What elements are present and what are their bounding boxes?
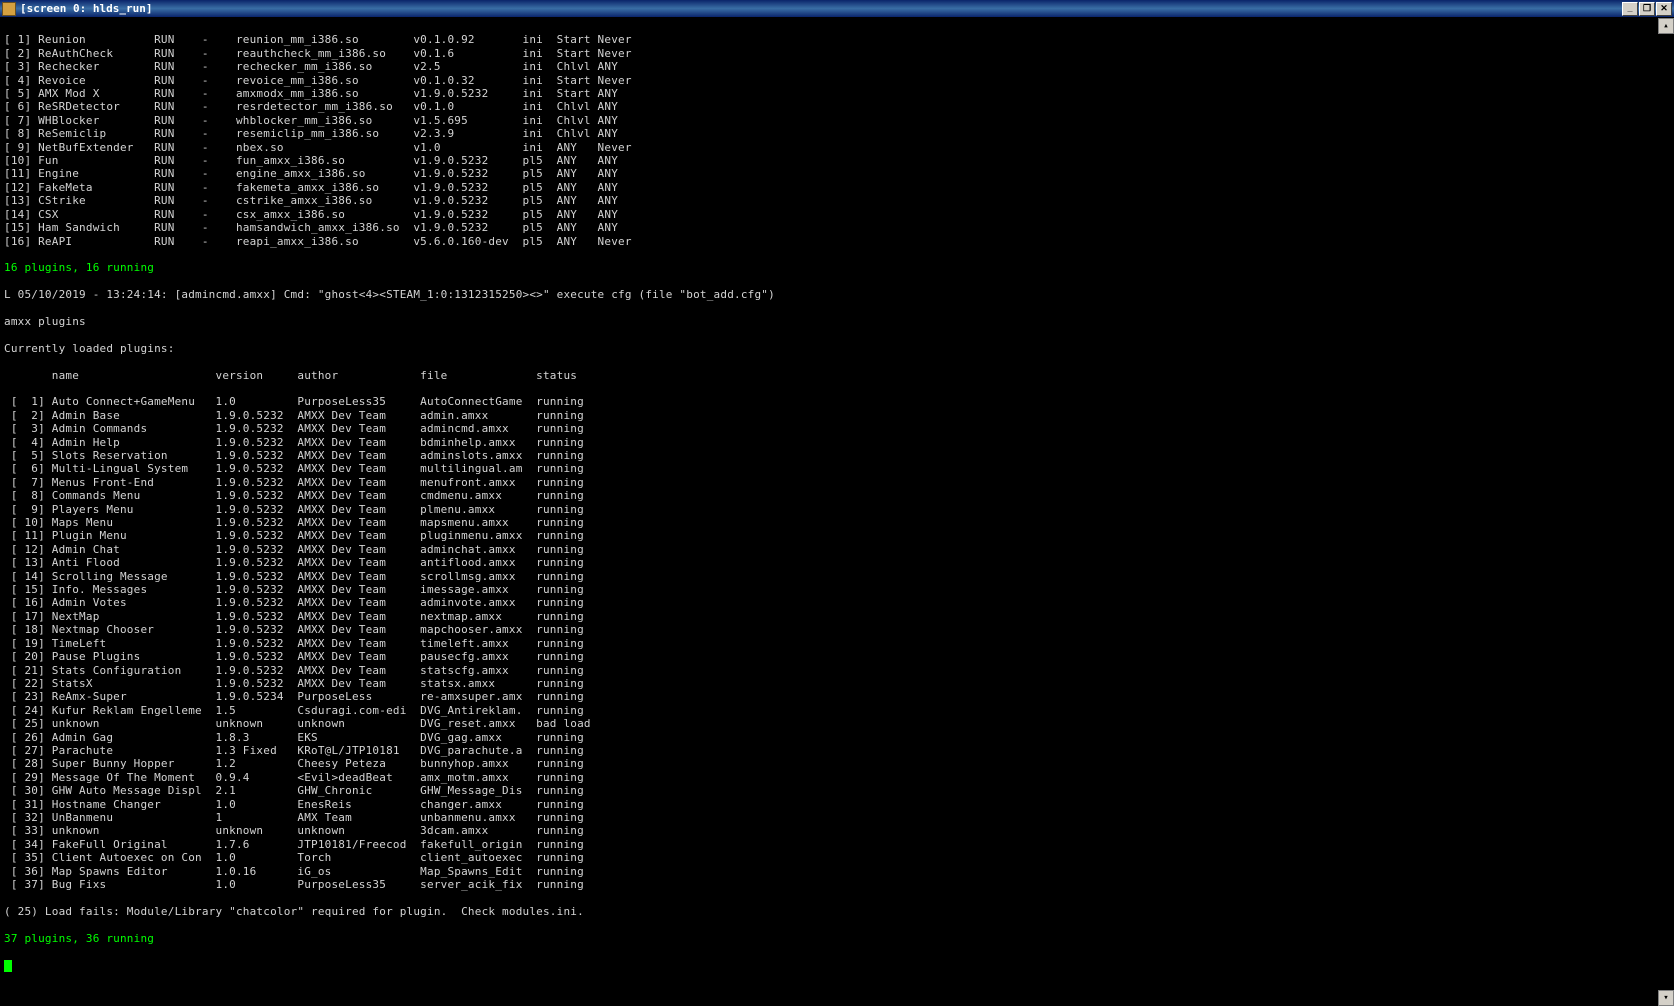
metamod-plugin-list: [ 1] Reunion RUN - reunion_mm_i386.so v0…: [4, 33, 1670, 248]
metamod-row: [ 3] Rechecker RUN - rechecker_mm_i386.s…: [4, 60, 1670, 73]
amxx-row: [ 37] Bug Fixs 1.0 PurposeLess35 server_…: [4, 878, 1670, 891]
amxx-row: [ 19] TimeLeft 1.9.0.5232 AMXX Dev Team …: [4, 637, 1670, 650]
metamod-row: [ 9] NetBufExtender RUN - nbex.so v1.0 i…: [4, 141, 1670, 154]
metamod-row: [ 1] Reunion RUN - reunion_mm_i386.so v0…: [4, 33, 1670, 46]
app-icon: [2, 2, 16, 16]
metamod-row: [12] FakeMeta RUN - fakemeta_amxx_i386.s…: [4, 181, 1670, 194]
terminal-output[interactable]: [ 1] Reunion RUN - reunion_mm_i386.so v0…: [0, 18, 1674, 1006]
amxx-row: [ 14] Scrolling Message 1.9.0.5232 AMXX …: [4, 570, 1670, 583]
amxx-row: [ 30] GHW Auto Message Displ 2.1 GHW_Chr…: [4, 784, 1670, 797]
amxx-row: [ 25] unknown unknown unknown DVG_reset.…: [4, 717, 1670, 730]
window-title: [screen 0: hlds_run]: [20, 2, 152, 15]
amxx-row: [ 9] Players Menu 1.9.0.5232 AMXX Dev Te…: [4, 503, 1670, 516]
amxx-row: [ 5] Slots Reservation 1.9.0.5232 AMXX D…: [4, 449, 1670, 462]
metamod-row: [10] Fun RUN - fun_amxx_i386.so v1.9.0.5…: [4, 154, 1670, 167]
window-titlebar: [screen 0: hlds_run] _ ❐ ✕: [0, 0, 1674, 18]
amxx-row: [ 23] ReAmx-Super 1.9.0.5234 PurposeLess…: [4, 690, 1670, 703]
amxx-row: [ 35] Client Autoexec on Con 1.0 Torch c…: [4, 851, 1670, 864]
amxx-row: [ 36] Map Spawns Editor 1.0.16 iG_os Map…: [4, 865, 1670, 878]
close-button[interactable]: ✕: [1656, 2, 1672, 16]
terminal-cursor: [4, 960, 12, 972]
metamod-row: [16] ReAPI RUN - reapi_amxx_i386.so v5.6…: [4, 235, 1670, 248]
amxx-row: [ 11] Plugin Menu 1.9.0.5232 AMXX Dev Te…: [4, 529, 1670, 542]
amxx-row: [ 32] UnBanmenu 1 AMX Team unbanmenu.amx…: [4, 811, 1670, 824]
amxx-row: [ 12] Admin Chat 1.9.0.5232 AMXX Dev Tea…: [4, 543, 1670, 556]
metamod-row: [15] Ham Sandwich RUN - hamsandwich_amxx…: [4, 221, 1670, 234]
scroll-up-icon[interactable]: ▴: [1658, 18, 1674, 34]
metamod-row: [14] CSX RUN - csx_amxx_i386.so v1.9.0.5…: [4, 208, 1670, 221]
amxx-row: [ 16] Admin Votes 1.9.0.5232 AMXX Dev Te…: [4, 596, 1670, 609]
amxx-row: [ 2] Admin Base 1.9.0.5232 AMXX Dev Team…: [4, 409, 1670, 422]
metamod-row: [ 4] Revoice RUN - revoice_mm_i386.so v0…: [4, 74, 1670, 87]
amxx-row: [ 29] Message Of The Moment 0.9.4 <Evil>…: [4, 771, 1670, 784]
metamod-row: [13] CStrike RUN - cstrike_amxx_i386.so …: [4, 194, 1670, 207]
amxx-row: [ 3] Admin Commands 1.9.0.5232 AMXX Dev …: [4, 422, 1670, 435]
amxx-row: [ 6] Multi-Lingual System 1.9.0.5232 AMX…: [4, 462, 1670, 475]
metamod-row: [ 5] AMX Mod X RUN - amxmodx_mm_i386.so …: [4, 87, 1670, 100]
amxx-row: [ 28] Super Bunny Hopper 1.2 Cheesy Pete…: [4, 757, 1670, 770]
maximize-button[interactable]: ❐: [1639, 2, 1655, 16]
amxx-row: [ 24] Kufur Reklam Engelleme 1.5 Csdurag…: [4, 704, 1670, 717]
metamod-row: [ 2] ReAuthCheck RUN - reauthcheck_mm_i3…: [4, 47, 1670, 60]
amxx-row: [ 8] Commands Menu 1.9.0.5232 AMXX Dev T…: [4, 489, 1670, 502]
metamod-row: [11] Engine RUN - engine_amxx_i386.so v1…: [4, 167, 1670, 180]
metamod-row: [ 6] ReSRDetector RUN - resrdetector_mm_…: [4, 100, 1670, 113]
window-buttons: _ ❐ ✕: [1622, 2, 1672, 16]
amxx-row: [ 34] FakeFull Original 1.7.6 JTP10181/F…: [4, 838, 1670, 851]
load-fail-line: ( 25) Load fails: Module/Library "chatco…: [4, 905, 1670, 918]
amxx-row: [ 15] Info. Messages 1.9.0.5232 AMXX Dev…: [4, 583, 1670, 596]
scroll-down-icon[interactable]: ▾: [1658, 990, 1674, 1006]
amxx-row: [ 4] Admin Help 1.9.0.5232 AMXX Dev Team…: [4, 436, 1670, 449]
titlebar-left: [screen 0: hlds_run]: [2, 2, 152, 16]
minimize-button[interactable]: _: [1622, 2, 1638, 16]
amxx-row: [ 22] StatsX 1.9.0.5232 AMXX Dev Team st…: [4, 677, 1670, 690]
amxx-header: Currently loaded plugins:: [4, 342, 1670, 355]
amxx-plugin-list: [ 1] Auto Connect+GameMenu 1.0 PurposeLe…: [4, 395, 1670, 891]
amxx-row: [ 33] unknown unknown unknown 3dcam.amxx…: [4, 824, 1670, 837]
amxx-summary: 37 plugins, 36 running: [4, 932, 1670, 945]
amxx-row: [ 26] Admin Gag 1.8.3 EKS DVG_gag.amxx r…: [4, 731, 1670, 744]
amxx-row: [ 17] NextMap 1.9.0.5232 AMXX Dev Team n…: [4, 610, 1670, 623]
amxx-row: [ 7] Menus Front-End 1.9.0.5232 AMXX Dev…: [4, 476, 1670, 489]
amxx-row: [ 20] Pause Plugins 1.9.0.5232 AMXX Dev …: [4, 650, 1670, 663]
metamod-row: [ 7] WHBlocker RUN - whblocker_mm_i386.s…: [4, 114, 1670, 127]
log-line: L 05/10/2019 - 13:24:14: [admincmd.amxx]…: [4, 288, 1670, 301]
amxx-row: [ 27] Parachute 1.3 Fixed KRoT@L/JTP1018…: [4, 744, 1670, 757]
amxx-row: [ 18] Nextmap Chooser 1.9.0.5232 AMXX De…: [4, 623, 1670, 636]
metamod-row: [ 8] ReSemiclip RUN - resemiclip_mm_i386…: [4, 127, 1670, 140]
amxx-command: amxx plugins: [4, 315, 1670, 328]
amxx-row: [ 10] Maps Menu 1.9.0.5232 AMXX Dev Team…: [4, 516, 1670, 529]
metamod-summary: 16 plugins, 16 running: [4, 261, 1670, 274]
amxx-row: [ 13] Anti Flood 1.9.0.5232 AMXX Dev Tea…: [4, 556, 1670, 569]
amxx-row: [ 21] Stats Configuration 1.9.0.5232 AMX…: [4, 664, 1670, 677]
amxx-column-header: name version author file status: [4, 369, 1670, 382]
amxx-row: [ 31] Hostname Changer 1.0 EnesReis chan…: [4, 798, 1670, 811]
amxx-row: [ 1] Auto Connect+GameMenu 1.0 PurposeLe…: [4, 395, 1670, 408]
